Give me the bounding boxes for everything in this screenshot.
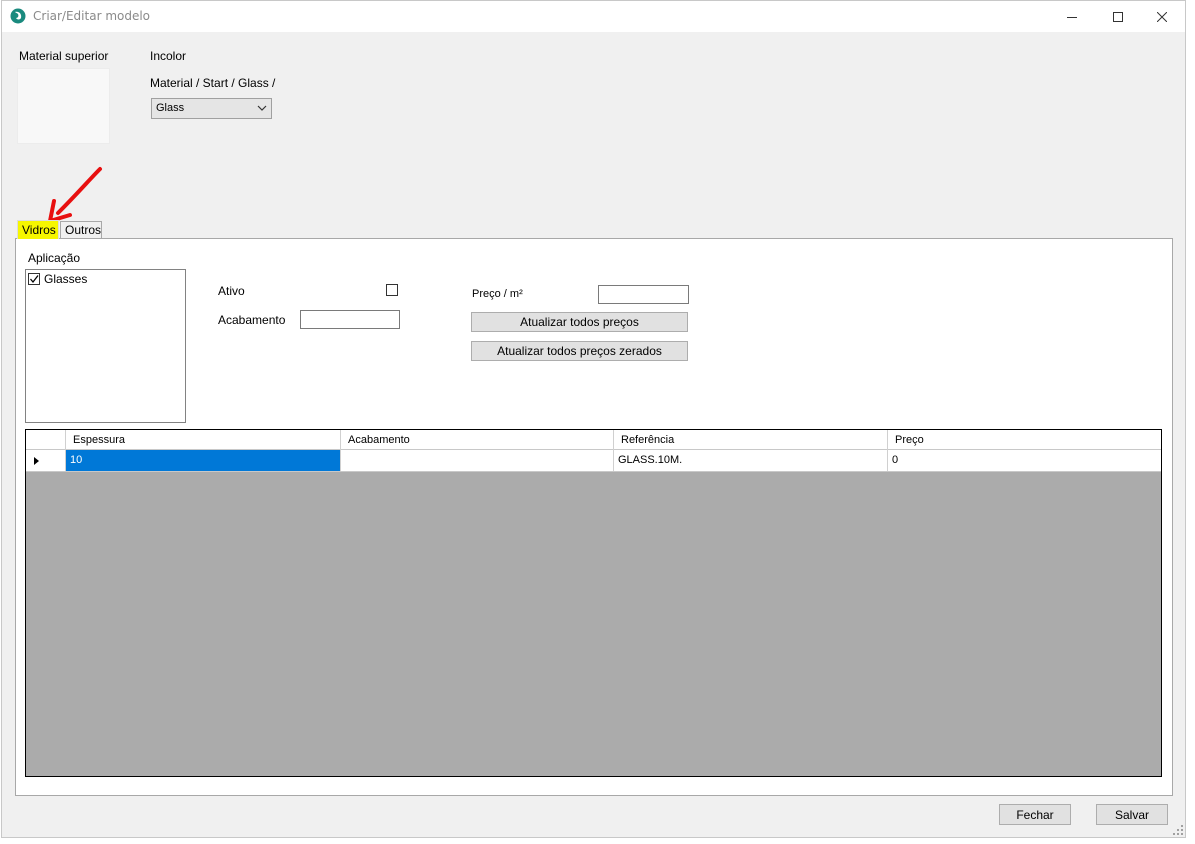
ativo-label: Ativo (218, 284, 245, 298)
models-grid[interactable]: Espessura Acabamento Referência Preço 10… (25, 429, 1162, 777)
tab-outros[interactable]: Outros (60, 221, 102, 238)
chevron-down-icon (257, 105, 267, 111)
dialog-window: Criar/Editar modelo Material superior In… (1, 0, 1186, 838)
row-header-corner (26, 430, 66, 450)
aplicacao-label: Aplicação (28, 251, 81, 265)
annotation-arrow (48, 167, 102, 223)
resize-grip-icon[interactable] (1172, 824, 1184, 836)
table-row[interactable]: 10 GLASS.10M. 0 (26, 450, 1161, 472)
title-bar: Criar/Editar modelo (2, 1, 1185, 32)
maximize-icon (1113, 11, 1123, 22)
cell-preco[interactable]: 0 (888, 450, 1161, 471)
material-select[interactable]: Glass (151, 98, 272, 119)
column-header-espessura[interactable]: Espessura (66, 430, 341, 450)
window-title: Criar/Editar modelo (33, 9, 151, 23)
acabamento-field[interactable] (300, 310, 400, 329)
tab-vidros[interactable]: Vidros (17, 220, 59, 239)
close-button[interactable] (1139, 1, 1185, 32)
row-header[interactable] (26, 450, 66, 471)
preco-m2-label: Preço / m² (472, 288, 523, 300)
column-header-acabamento[interactable]: Acabamento (341, 430, 614, 450)
preco-m2-field[interactable] (598, 285, 689, 304)
update-zero-prices-button[interactable]: Atualizar todos preços zerados (471, 341, 688, 361)
material-superior-label: Material superior (19, 49, 109, 63)
fechar-button[interactable]: Fechar (999, 804, 1071, 825)
column-header-preco[interactable]: Preço (888, 430, 1161, 450)
minimize-icon (1067, 16, 1077, 18)
cell-referencia[interactable]: GLASS.10M. (614, 450, 888, 471)
ativo-checkbox[interactable] (386, 284, 398, 296)
acabamento-label: Acabamento (218, 313, 286, 327)
current-row-arrow-icon (34, 457, 39, 465)
check-icon (30, 275, 39, 284)
list-item[interactable]: Glasses (28, 272, 87, 286)
app-icon (10, 8, 26, 24)
tab-panel-vidros: Aplicação Glasses Ativo Acabamento Preço… (15, 238, 1173, 796)
grid-header: Espessura Acabamento Referência Preço (26, 430, 1161, 450)
close-icon (1157, 11, 1167, 22)
glasses-checkbox[interactable] (28, 273, 40, 285)
material-select-value: Glass (156, 102, 185, 114)
cell-acabamento[interactable] (341, 450, 614, 471)
maximize-button[interactable] (1095, 1, 1141, 32)
material-image (17, 68, 110, 144)
aplicacao-listbox[interactable]: Glasses (25, 269, 186, 423)
minimize-button[interactable] (1049, 1, 1095, 32)
salvar-button[interactable]: Salvar (1096, 804, 1168, 825)
material-name: Incolor (150, 49, 187, 63)
material-path: Material / Start / Glass / (150, 76, 276, 90)
update-all-prices-button[interactable]: Atualizar todos preços (471, 312, 688, 332)
cell-espessura[interactable]: 10 (66, 450, 341, 471)
list-item-label: Glasses (44, 272, 88, 286)
column-header-referencia[interactable]: Referência (614, 430, 888, 450)
